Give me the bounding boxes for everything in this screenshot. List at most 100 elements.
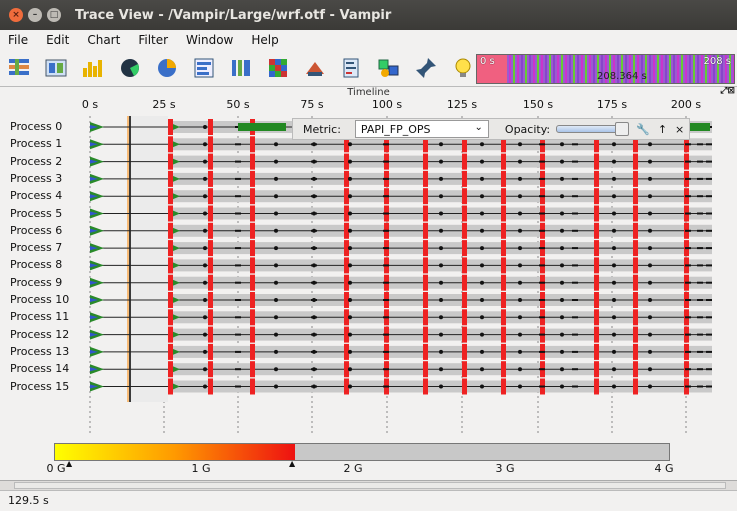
menu-help[interactable]: Help bbox=[251, 33, 278, 47]
master-timeline-icon[interactable] bbox=[6, 55, 32, 81]
process-label[interactable]: Process 10 bbox=[10, 293, 69, 306]
flop-spike bbox=[423, 378, 428, 395]
communication-matrix-icon[interactable] bbox=[265, 55, 291, 81]
message-mark bbox=[539, 299, 545, 301]
flop-spike bbox=[594, 222, 599, 239]
menu-filter[interactable]: Filter bbox=[138, 33, 168, 47]
process-label[interactable]: Process 11 bbox=[10, 310, 69, 323]
event-dot bbox=[274, 246, 278, 251]
event-dot bbox=[203, 263, 207, 268]
timeline-canvas[interactable] bbox=[0, 116, 737, 446]
event-dot bbox=[203, 176, 207, 181]
message-summary-icon[interactable] bbox=[228, 55, 254, 81]
message-mark bbox=[572, 229, 578, 232]
event-dot bbox=[612, 332, 616, 337]
process-label[interactable]: Process 8 bbox=[10, 258, 62, 271]
process-label[interactable]: Process 6 bbox=[10, 224, 62, 237]
message-mark bbox=[572, 212, 578, 215]
process-label[interactable]: Process 1 bbox=[10, 137, 62, 150]
flop-spike bbox=[501, 361, 506, 378]
process-timeline-icon[interactable] bbox=[43, 55, 69, 81]
context-view-icon[interactable] bbox=[450, 55, 476, 81]
function-summary-icon[interactable] bbox=[154, 55, 180, 81]
event-dot bbox=[518, 142, 522, 147]
message-mark bbox=[311, 350, 317, 353]
opacity-slider-handle[interactable] bbox=[615, 122, 630, 136]
process-label[interactable]: Process 5 bbox=[10, 207, 62, 220]
flop-spike bbox=[462, 170, 467, 187]
event-dot bbox=[518, 332, 522, 337]
event-dot bbox=[612, 367, 616, 372]
call-tree-icon[interactable] bbox=[339, 55, 365, 81]
event-dot bbox=[560, 384, 564, 389]
flop-spike bbox=[168, 361, 173, 378]
menu-edit[interactable]: Edit bbox=[46, 33, 69, 47]
message-mark bbox=[685, 350, 691, 353]
menu-file[interactable]: File bbox=[8, 33, 28, 47]
message-mark bbox=[697, 299, 703, 301]
event-dot bbox=[348, 280, 352, 285]
event-dot bbox=[480, 315, 484, 320]
event-dot bbox=[648, 194, 652, 199]
process-label[interactable]: Process 0 bbox=[10, 120, 62, 133]
event-dot bbox=[648, 384, 652, 389]
overview-stripe bbox=[673, 55, 675, 83]
axis-tick: 150 s bbox=[522, 98, 554, 111]
event-dot bbox=[203, 211, 207, 216]
message-mark bbox=[539, 264, 545, 267]
process-label[interactable]: Process 15 bbox=[10, 380, 69, 393]
overview-stripe bbox=[509, 55, 511, 83]
message-mark bbox=[383, 143, 389, 146]
menu-chart[interactable]: Chart bbox=[87, 33, 120, 47]
overview-stripe bbox=[665, 55, 667, 83]
event-dot bbox=[518, 367, 522, 372]
event-dot bbox=[648, 332, 652, 337]
metric-select[interactable]: PAPI_FP_OPS ⌄ bbox=[354, 120, 489, 138]
close-icon[interactable]: × bbox=[675, 123, 684, 136]
io-events-icon[interactable] bbox=[302, 55, 328, 81]
timeline-window-controls[interactable]: ⤢⊠ bbox=[720, 86, 735, 96]
message-mark bbox=[697, 195, 703, 198]
trace-overview[interactable]: 0 s 208.364 s 208 s bbox=[476, 54, 735, 84]
function-legend-icon[interactable] bbox=[376, 55, 402, 81]
message-mark bbox=[235, 385, 241, 388]
message-mark bbox=[235, 368, 241, 371]
flop-spike bbox=[594, 153, 599, 170]
performance-radar-icon[interactable] bbox=[117, 55, 143, 81]
process-label[interactable]: Process 2 bbox=[10, 155, 62, 168]
process-label[interactable]: Process 13 bbox=[10, 345, 69, 358]
menu-window[interactable]: Window bbox=[186, 33, 233, 47]
message-mark bbox=[685, 299, 691, 301]
process-label[interactable]: Process 9 bbox=[10, 276, 62, 289]
counter-timeline-icon[interactable] bbox=[80, 55, 106, 81]
maximize-window-button[interactable]: □ bbox=[47, 8, 61, 22]
process-summary-icon[interactable] bbox=[191, 55, 217, 81]
wrench-icon[interactable]: 🔧 bbox=[636, 123, 650, 136]
horizontal-scrollbar[interactable] bbox=[0, 480, 737, 490]
message-mark bbox=[572, 316, 578, 319]
event-dot bbox=[274, 349, 278, 354]
opacity-slider[interactable] bbox=[556, 122, 630, 136]
message-mark bbox=[383, 229, 389, 232]
flop-spike bbox=[208, 378, 213, 395]
event-dot bbox=[648, 349, 652, 354]
process-label[interactable]: Process 3 bbox=[10, 172, 62, 185]
close-window-button[interactable]: × bbox=[9, 8, 23, 22]
event-dot bbox=[480, 332, 484, 337]
message-mark bbox=[572, 247, 578, 250]
overview-stripe bbox=[561, 55, 563, 83]
process-label[interactable]: Process 4 bbox=[10, 189, 62, 202]
axis-tick: 25 s bbox=[152, 98, 176, 111]
flop-spike bbox=[423, 292, 428, 308]
scrollbar-thumb[interactable] bbox=[14, 482, 726, 489]
timeline-plot[interactable]: Process 0 Process 1 Process 2 Process 3 Proc… bbox=[0, 116, 737, 446]
marker-view-icon[interactable] bbox=[413, 55, 439, 81]
process0-band-end bbox=[690, 123, 710, 131]
arrow-up-icon[interactable]: ↑ bbox=[658, 123, 667, 136]
process-label[interactable]: Process 7 bbox=[10, 241, 62, 254]
minimize-window-button[interactable]: – bbox=[28, 8, 42, 22]
process-label[interactable]: Process 14 bbox=[10, 362, 69, 375]
process-label[interactable]: Process 12 bbox=[10, 328, 69, 341]
overview-stripe bbox=[649, 55, 651, 83]
flop-spike bbox=[462, 222, 467, 239]
